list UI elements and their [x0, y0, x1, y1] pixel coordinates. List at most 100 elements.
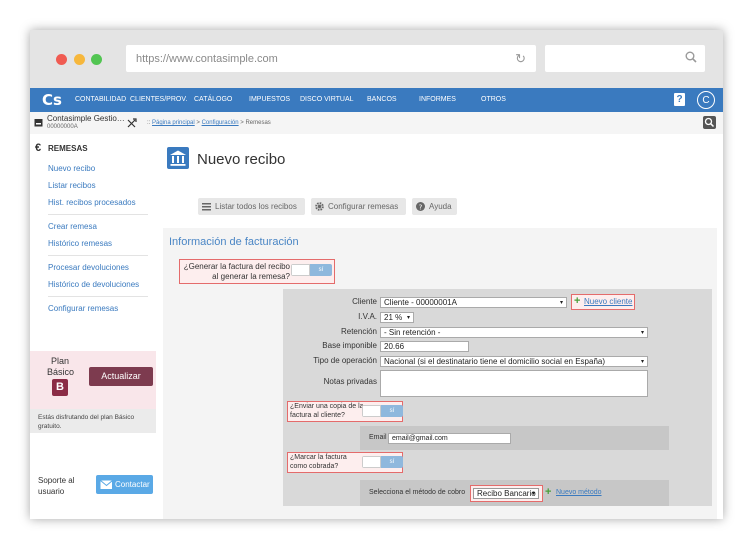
- sidebar-item-crear-remesa[interactable]: Crear remesa: [48, 222, 97, 231]
- upgrade-button[interactable]: Actualizar: [89, 367, 153, 386]
- breadcrumb-config[interactable]: Configuración: [202, 120, 239, 126]
- send-copy-toggle[interactable]: sí: [362, 405, 403, 417]
- breadcrumb-home[interactable]: Página principal: [152, 120, 195, 126]
- retention-select[interactable]: - Sin retención - ▾: [380, 327, 648, 338]
- browser-toolbar: https://www.contasimple.com ↻: [30, 30, 723, 88]
- nav-disco-virtual[interactable]: DISCO VIRTUAL: [300, 96, 354, 103]
- help-button[interactable]: ? Ayuda: [412, 198, 457, 215]
- main-navigation: Cs CONTABILIDAD CLIENTES/PROV. CATÁLOGO …: [30, 88, 723, 112]
- nav-impuestos[interactable]: IMPUESTOS: [249, 96, 290, 103]
- plan-note: Estás disfrutando del plan Básico gratui…: [30, 409, 156, 433]
- plan-box: Plan Básico B Actualizar: [30, 351, 156, 409]
- mark-paid-toggle[interactable]: sí: [362, 456, 403, 468]
- email-label: Email: [369, 434, 387, 441]
- sidebar-item-procesar-devoluciones[interactable]: Procesar devoluciones: [48, 263, 129, 272]
- switch-company-icon[interactable]: [127, 118, 137, 128]
- iva-label: I.V.A.: [358, 312, 377, 321]
- company-code: 00000000A: [47, 124, 78, 130]
- list-receipts-button[interactable]: Listar todos los recibos: [198, 198, 305, 215]
- avatar[interactable]: C: [697, 91, 715, 109]
- new-method-link[interactable]: Nuevo método: [556, 489, 602, 496]
- operation-type-label: Tipo de operación: [313, 356, 377, 365]
- reload-icon[interactable]: ↻: [515, 51, 526, 67]
- breadcrumb-separator: >: [240, 120, 244, 126]
- maximize-window-icon[interactable]: [91, 54, 102, 65]
- search-button[interactable]: [703, 116, 716, 129]
- nav-clientes[interactable]: CLIENTES/PROV.: [130, 96, 187, 103]
- sidebar-item-historico-remesas[interactable]: Histórico remesas: [48, 239, 112, 248]
- divider: [48, 296, 148, 297]
- private-notes-textarea[interactable]: [380, 370, 648, 397]
- new-client-link[interactable]: Nuevo cliente: [584, 297, 632, 306]
- generate-invoice-toggle[interactable]: sí: [291, 264, 332, 276]
- client-select[interactable]: Cliente - 00000001A ▾: [380, 297, 567, 308]
- toggle-on-label: sí: [310, 264, 332, 276]
- new-client-box: + Nuevo cliente: [571, 294, 635, 310]
- email-input[interactable]: email@gmail.com: [388, 433, 511, 444]
- search-icon: [704, 117, 715, 128]
- breadcrumb: :: Página principal > Configuración > Re…: [147, 120, 271, 126]
- gear-icon: [315, 202, 324, 211]
- contact-button[interactable]: Contactar: [96, 475, 153, 494]
- toggle-off-part: [362, 456, 381, 468]
- generate-invoice-question: ¿Generar la factura del recibo al genera…: [183, 262, 290, 281]
- contasimple-logo[interactable]: Cs: [42, 91, 62, 109]
- invoice-form-panel: Cliente Cliente - 00000001A ▾ + Nuevo cli…: [283, 289, 712, 506]
- base-label: Base imponible: [322, 341, 377, 350]
- sidebar-item-hist-recibos[interactable]: Hist. recibos procesados: [48, 198, 136, 207]
- contact-label: Contactar: [115, 480, 150, 489]
- minimize-window-icon[interactable]: [74, 54, 85, 65]
- operation-type-select[interactable]: Nacional (si el destinatario tiene el do…: [380, 356, 648, 367]
- company-icon: [34, 119, 43, 127]
- iva-value: 21 %: [384, 313, 403, 322]
- toggle-on-label: sí: [381, 456, 403, 468]
- configure-remesas-button[interactable]: Configurar remesas: [311, 198, 406, 215]
- sidebar-item-listar-recibos[interactable]: Listar recibos: [48, 181, 96, 190]
- private-notes-label: Notas privadas: [323, 377, 377, 386]
- billing-section: Información de facturación ¿Generar la f…: [163, 228, 717, 519]
- sidebar-item-configurar-remesas[interactable]: Configurar remesas: [48, 304, 118, 313]
- browser-search-input[interactable]: [545, 45, 705, 72]
- address-bar[interactable]: https://www.contasimple.com ↻: [126, 45, 536, 72]
- chevron-down-icon: ▾: [406, 315, 410, 321]
- nav-informes[interactable]: INFORMES: [419, 96, 456, 103]
- toggle-off-part: [362, 405, 381, 417]
- operation-type-value: Nacional (si el destinatario tiene el do…: [384, 357, 606, 366]
- plus-icon: +: [545, 486, 552, 498]
- main-content: Nuevo recibo Listar todos los recibos Co…: [156, 134, 723, 519]
- nav-catalogo[interactable]: CATÁLOGO: [194, 96, 232, 103]
- sidebar-title: REMESAS: [48, 144, 88, 153]
- bank-icon: [167, 147, 189, 169]
- nav-otros[interactable]: OTROS: [481, 96, 506, 103]
- support-label: Soporte al usuario: [38, 476, 75, 496]
- company-name[interactable]: Contasimple Gestio…: [47, 114, 125, 123]
- email-value: email@gmail.com: [392, 435, 448, 442]
- client-label: Cliente: [352, 297, 377, 306]
- chevron-down-icon: ▾: [640, 330, 644, 336]
- base-value: 20.66: [384, 342, 405, 351]
- mark-paid-box: ¿Marcar la factura como cobrada? sí: [287, 452, 403, 473]
- help-icon[interactable]: ?: [674, 93, 685, 106]
- url-text: https://www.contasimple.com: [136, 53, 278, 65]
- payment-method-box: Selecciona el método de cobro Recibo Ban…: [360, 480, 669, 506]
- list-icon: [202, 203, 211, 211]
- mark-paid-question: ¿Marcar la factura como cobrada?: [290, 454, 347, 470]
- company-bar: Contasimple Gestio… 00000000A :: Página …: [30, 112, 723, 135]
- chevron-down-icon: ▾: [559, 300, 563, 306]
- close-window-icon[interactable]: [56, 54, 67, 65]
- list-receipts-label: Listar todos los recibos: [215, 202, 297, 211]
- nav-contabilidad[interactable]: CONTABILIDAD: [75, 96, 126, 103]
- nav-bancos[interactable]: BANCOS: [367, 96, 397, 103]
- toggle-on-label: sí: [381, 405, 403, 417]
- iva-select[interactable]: 21 % ▾: [380, 312, 414, 323]
- payment-method-select[interactable]: Recibo Bancario ▾: [473, 488, 539, 499]
- browser-window: https://www.contasimple.com ↻ Cs CONTABI…: [30, 30, 723, 519]
- retention-value: - Sin retención -: [384, 328, 441, 337]
- payment-method-highlight: Recibo Bancario ▾: [470, 485, 543, 502]
- sidebar-item-historico-devoluciones[interactable]: Histórico de devoluciones: [48, 280, 139, 289]
- base-input[interactable]: 20.66: [380, 341, 469, 352]
- question-icon: ?: [416, 202, 425, 211]
- sidebar-item-nuevo-recibo[interactable]: Nuevo recibo: [48, 164, 95, 173]
- plus-icon: +: [574, 295, 581, 307]
- euro-icon: €: [35, 142, 42, 154]
